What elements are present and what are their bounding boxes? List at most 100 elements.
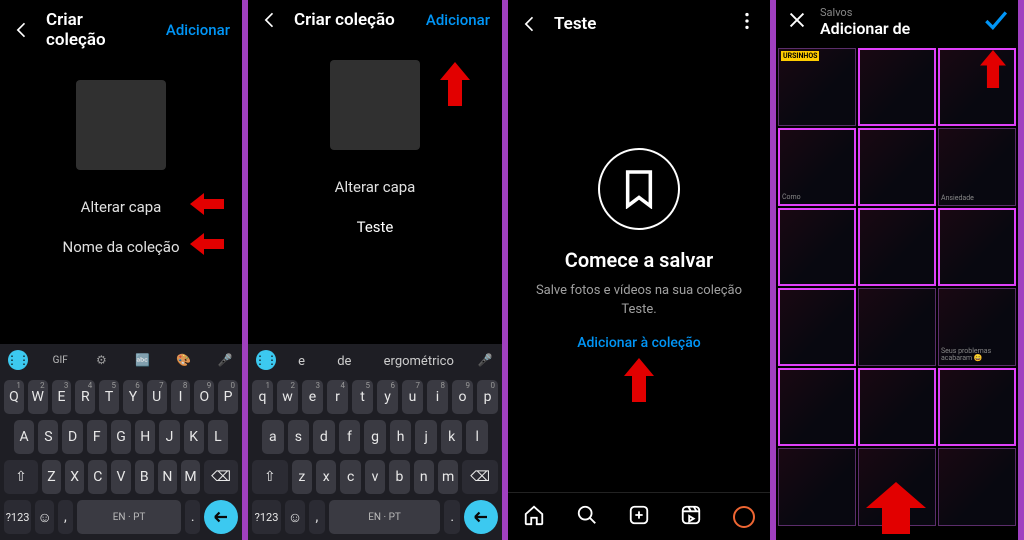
key-e[interactable]: E3 — [52, 380, 72, 414]
key-n[interactable]: N — [158, 460, 177, 494]
saved-thumbnail[interactable] — [858, 128, 936, 206]
key-k[interactable]: k — [441, 420, 463, 454]
key-z[interactable]: Z — [42, 460, 61, 494]
key-o[interactable]: O9 — [194, 380, 214, 414]
add-button[interactable]: Adicionar — [166, 21, 230, 39]
change-cover-button[interactable]: Alterar capa — [335, 178, 416, 196]
saved-thumbnail[interactable] — [858, 368, 936, 446]
key-p[interactable]: P0 — [218, 380, 238, 414]
key-j[interactable]: J — [159, 420, 179, 454]
shift-key[interactable]: ⇧ — [4, 460, 38, 494]
key-v[interactable]: V — [111, 460, 130, 494]
key-b[interactable]: b — [389, 460, 409, 494]
key-v[interactable]: v — [365, 460, 385, 494]
key-w[interactable]: w2 — [277, 380, 298, 414]
key-a[interactable]: A — [14, 420, 34, 454]
key-m[interactable]: M — [181, 460, 200, 494]
profile-icon[interactable] — [733, 506, 755, 528]
saved-thumbnail[interactable]: Seus problemas acabaram 😄 — [938, 288, 1016, 366]
back-icon[interactable] — [260, 10, 280, 30]
key-p[interactable]: p0 — [477, 380, 498, 414]
period-key[interactable]: . — [444, 500, 460, 534]
key-r[interactable]: R4 — [75, 380, 95, 414]
translate-icon[interactable]: 🔤 — [134, 351, 152, 369]
key-i[interactable]: i8 — [427, 380, 448, 414]
close-icon[interactable] — [786, 9, 808, 35]
period-key[interactable]: . — [185, 500, 200, 534]
confirm-icon[interactable] — [982, 7, 1008, 37]
key-f[interactable]: F — [87, 420, 107, 454]
key-s[interactable]: s — [288, 420, 310, 454]
key-u[interactable]: u7 — [402, 380, 423, 414]
mic-icon[interactable]: 🎤 — [476, 351, 494, 369]
key-x[interactable]: x — [316, 460, 336, 494]
key-r[interactable]: r4 — [327, 380, 348, 414]
shift-key[interactable]: ⇧ — [252, 460, 288, 494]
saved-thumbnail[interactable] — [778, 288, 856, 366]
saved-thumbnail[interactable] — [938, 368, 1016, 446]
saved-thumbnail[interactable] — [938, 448, 1016, 526]
key-h[interactable]: H — [135, 420, 155, 454]
home-icon[interactable] — [523, 504, 545, 530]
suggestions-bar[interactable]: e de ergométrico — [276, 352, 476, 369]
key-g[interactable]: g — [364, 420, 386, 454]
cover-thumbnail[interactable] — [76, 80, 166, 170]
key-q[interactable]: Q1 — [4, 380, 24, 414]
mic-icon[interactable]: 🎤 — [216, 351, 234, 369]
add-to-collection-link[interactable]: Adicionar à coleção — [577, 335, 700, 351]
backspace-key[interactable]: ⌫ — [204, 460, 238, 494]
enter-key[interactable] — [204, 500, 238, 534]
saved-thumbnail[interactable]: Ansiedade — [938, 128, 1016, 206]
numeric-key[interactable]: ?123 — [252, 500, 281, 534]
enter-key[interactable] — [464, 500, 498, 534]
key-o[interactable]: o9 — [452, 380, 473, 414]
key-w[interactable]: W2 — [28, 380, 48, 414]
settings-icon[interactable]: ⚙ — [92, 351, 110, 369]
add-post-icon[interactable] — [628, 504, 650, 530]
saved-thumbnail[interactable] — [858, 48, 936, 126]
saved-thumbnail[interactable] — [858, 208, 936, 286]
space-key[interactable]: EN · PT — [77, 500, 182, 534]
key-l[interactable]: L — [208, 420, 228, 454]
backspace-key[interactable]: ⌫ — [462, 460, 498, 494]
collection-name-input[interactable]: Nome da coleção — [63, 238, 180, 256]
key-j[interactable]: j — [415, 420, 437, 454]
key-z[interactable]: z — [292, 460, 312, 494]
saved-thumbnail[interactable]: Como — [778, 128, 856, 206]
key-b[interactable]: B — [135, 460, 154, 494]
emoji-key[interactable]: ☺ — [35, 500, 54, 534]
key-c[interactable]: C — [88, 460, 107, 494]
search-icon[interactable] — [576, 504, 598, 530]
key-x[interactable]: X — [65, 460, 84, 494]
key-d[interactable]: d — [313, 420, 335, 454]
keyboard-menu-icon[interactable]: ⋮⋮ — [8, 350, 28, 370]
numeric-key[interactable]: ?123 — [4, 500, 31, 534]
saved-thumbnail[interactable] — [938, 208, 1016, 286]
keyboard[interactable]: ⋮⋮ e de ergométrico 🎤 q1w2e3r4t5y6u7i8o9… — [248, 344, 502, 540]
saved-thumbnail[interactable] — [778, 448, 856, 526]
add-button[interactable]: Adicionar — [426, 11, 490, 29]
keyboard[interactable]: ⋮⋮ GIF ⚙ 🔤 🎨 🎤 Q1W2E3R4T5Y6U7I8O9P0 ASDF… — [0, 344, 242, 540]
key-l[interactable]: l — [466, 420, 488, 454]
saved-thumbnail[interactable]: URSINHOS — [778, 48, 856, 126]
emoji-key[interactable]: ☺ — [285, 500, 305, 534]
change-cover-button[interactable]: Alterar capa — [81, 198, 162, 216]
keyboard-menu-icon[interactable]: ⋮⋮ — [256, 350, 276, 370]
key-f[interactable]: f — [339, 420, 361, 454]
key-a[interactable]: a — [262, 420, 284, 454]
key-d[interactable]: D — [62, 420, 82, 454]
key-h[interactable]: h — [390, 420, 412, 454]
key-s[interactable]: S — [38, 420, 58, 454]
key-t[interactable]: t5 — [352, 380, 373, 414]
saved-thumbnail[interactable] — [858, 288, 936, 366]
key-n[interactable]: n — [414, 460, 434, 494]
key-u[interactable]: U7 — [147, 380, 167, 414]
comma-key[interactable]: , — [58, 500, 73, 534]
back-icon[interactable] — [12, 20, 32, 40]
key-y[interactable]: y6 — [377, 380, 398, 414]
gif-icon[interactable]: GIF — [51, 351, 69, 369]
key-m[interactable]: m — [438, 460, 458, 494]
key-t[interactable]: T5 — [99, 380, 119, 414]
key-g[interactable]: G — [111, 420, 131, 454]
collection-name-input[interactable]: Teste — [357, 218, 394, 236]
